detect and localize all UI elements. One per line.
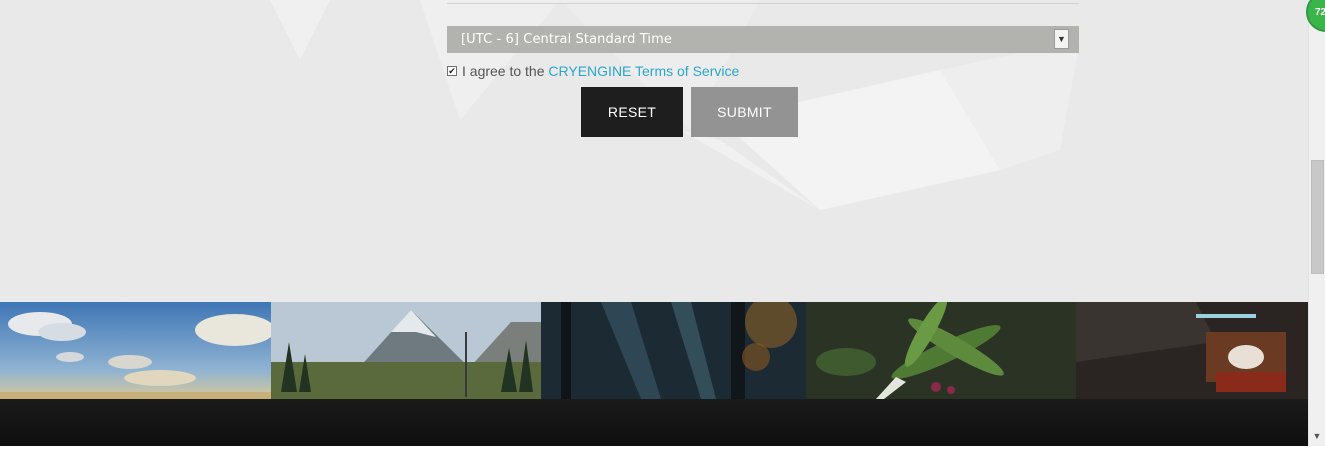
window-bottom-edge [0, 446, 1325, 460]
terms-of-service-link[interactable]: CRYENGINE Terms of Service [548, 63, 739, 79]
reset-button[interactable]: RESET [581, 87, 683, 137]
timezone-selected-value: [UTC - 6] Central Standard Time [461, 32, 672, 47]
footer [0, 399, 1308, 446]
timezone-select[interactable]: [UTC - 6] Central Standard Time ▼ [447, 26, 1079, 53]
screenshot-image-strip [0, 302, 1308, 399]
dark-forest-image [541, 302, 806, 399]
signup-form-area: [UTC - 6] Central Standard Time ▼ ✔ I ag… [0, 0, 1308, 302]
submit-button[interactable]: SUBMIT [691, 87, 798, 137]
terms-checkbox[interactable]: ✔ [447, 66, 457, 76]
jungle-plant-image [806, 302, 1076, 399]
chevron-down-icon[interactable]: ▼ [1309, 428, 1325, 444]
sky-clouds-image [0, 302, 271, 399]
vertical-scrollbar[interactable]: ▼ [1308, 0, 1325, 446]
mountain-forest-image [271, 302, 541, 399]
chevron-down-icon[interactable]: ▼ [1054, 29, 1069, 49]
divider-line [447, 3, 1079, 4]
sci-fi-corridor-image [1076, 302, 1308, 399]
terms-agreement-text: I agree to the [462, 63, 549, 79]
page: [UTC - 6] Central Standard Time ▼ ✔ I ag… [0, 0, 1308, 446]
terms-agreement-row: ✔ I agree to the CRYENGINE Terms of Serv… [447, 63, 739, 79]
scrollbar-thumb[interactable] [1311, 160, 1324, 274]
